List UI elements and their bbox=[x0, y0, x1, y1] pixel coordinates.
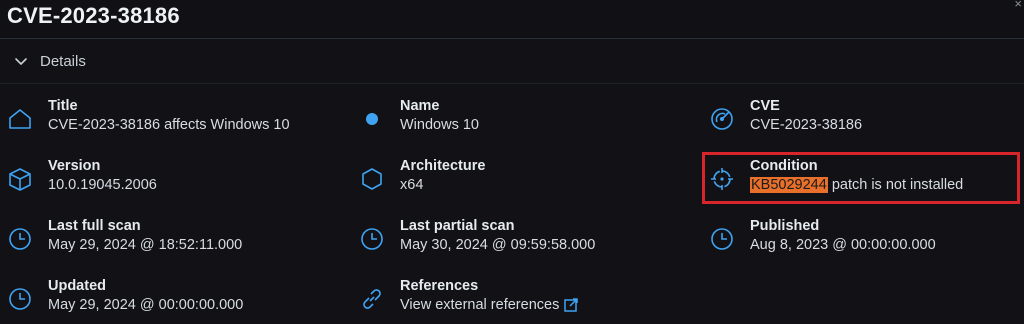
view-external-references-link[interactable]: View external references bbox=[400, 295, 579, 315]
field-value: May 29, 2024 @ 18:52:11.000 bbox=[48, 237, 243, 253]
field-value: May 29, 2024 @ 00:00:00.000 bbox=[48, 297, 244, 313]
annotation-box bbox=[702, 152, 1020, 204]
details-section-toggle[interactable]: Details bbox=[0, 39, 1024, 84]
field-label: Title bbox=[48, 98, 78, 114]
field-last-full-scan: Last full scan May 29, 2024 @ 18:52:11.0… bbox=[6, 217, 242, 255]
field-label: References bbox=[400, 278, 479, 294]
field-value: Windows 10 bbox=[400, 117, 479, 133]
field-last-partial-scan: Last partial scan May 30, 2024 @ 09:59:5… bbox=[358, 217, 595, 255]
field-title: Title CVE-2023-38186 affects Windows 10 bbox=[6, 97, 290, 135]
clock-icon bbox=[6, 225, 34, 253]
field-label: Version bbox=[48, 158, 101, 174]
close-icon[interactable]: × bbox=[1014, 0, 1022, 11]
field-value: CVE-2023-38186 affects Windows 10 bbox=[48, 117, 290, 133]
field-label: Updated bbox=[48, 278, 106, 294]
field-label: Published bbox=[750, 218, 820, 234]
field-cve: CVE CVE-2023-38186 bbox=[708, 97, 862, 135]
field-value: May 30, 2024 @ 09:59:58.000 bbox=[400, 237, 596, 253]
field-value: CVE-2023-38186 bbox=[750, 117, 863, 133]
field-value: Aug 8, 2023 @ 00:00:00.000 bbox=[750, 237, 936, 253]
radar-icon bbox=[708, 105, 736, 133]
field-value: 10.0.19045.2006 bbox=[48, 177, 157, 193]
field-label: Last full scan bbox=[48, 218, 141, 234]
home-icon bbox=[6, 105, 34, 133]
field-published: Published Aug 8, 2023 @ 00:00:00.000 bbox=[708, 217, 936, 255]
external-link-icon[interactable] bbox=[563, 297, 579, 312]
clock-icon bbox=[6, 285, 34, 313]
clock-icon bbox=[358, 225, 386, 253]
references-link-text[interactable]: View external references bbox=[400, 297, 559, 313]
field-references: References View external references bbox=[358, 277, 579, 315]
field-label: Architecture bbox=[400, 158, 486, 174]
package-icon bbox=[6, 165, 34, 193]
hexagon-icon bbox=[358, 165, 386, 193]
chevron-down-icon bbox=[12, 52, 30, 70]
clock-icon bbox=[708, 225, 736, 253]
field-label: Last partial scan bbox=[400, 218, 515, 234]
link-icon bbox=[358, 285, 386, 313]
field-label: CVE bbox=[750, 98, 780, 114]
field-updated: Updated May 29, 2024 @ 00:00:00.000 bbox=[6, 277, 243, 315]
title-bar: CVE-2023-38186 × bbox=[0, 0, 1024, 39]
field-name: Name Windows 10 bbox=[358, 97, 479, 135]
field-version: Version 10.0.19045.2006 bbox=[6, 157, 157, 195]
dot-icon bbox=[358, 105, 386, 133]
page-title: CVE-2023-38186 bbox=[7, 3, 180, 28]
section-label: Details bbox=[40, 52, 86, 70]
field-label: Name bbox=[400, 98, 440, 114]
field-value: x64 bbox=[400, 177, 424, 193]
field-architecture: Architecture x64 bbox=[358, 157, 485, 195]
